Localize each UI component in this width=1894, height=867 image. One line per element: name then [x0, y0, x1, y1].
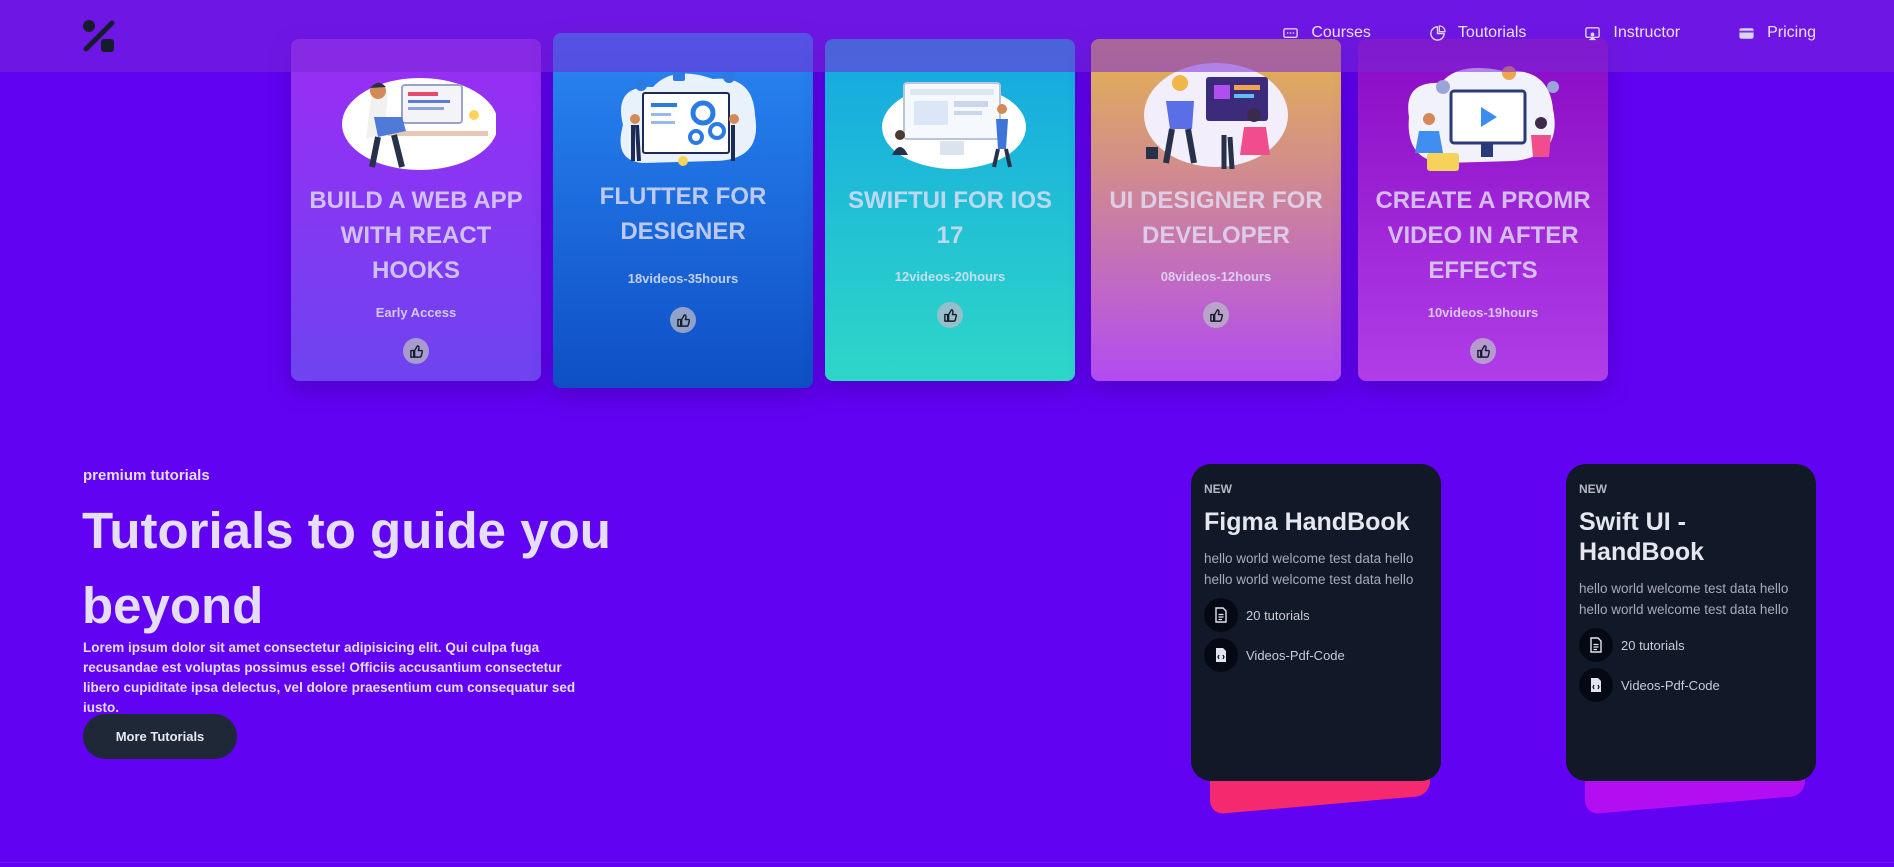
course-title: FLUTTER FOR DESIGNER: [599, 183, 767, 245]
nav-item-label: Pricing: [1767, 24, 1816, 41]
formats-label: Videos-Pdf-Code: [1246, 647, 1345, 663]
web-teamwork-illustration: [882, 82, 1026, 169]
book-title: Swift UI - HandBook: [1579, 508, 1704, 566]
formats-row: Videos-Pdf-Code: [1579, 668, 1803, 702]
formats-row: Videos-Pdf-Code: [1204, 638, 1428, 672]
file-code-icon: [1204, 638, 1238, 672]
new-badge: NEW: [1204, 482, 1232, 496]
course-meta: 08videos-12hours: [1160, 269, 1272, 284]
new-badge: NEW: [1579, 482, 1607, 496]
formats-label: Videos-Pdf-Code: [1621, 677, 1720, 693]
like-button[interactable]: [1203, 302, 1229, 328]
book-title: Figma HandBook: [1204, 508, 1410, 536]
course-title: BUILD A WEB APP WITH REACT HOOKS: [309, 187, 523, 284]
course-card-after-effects[interactable]: CREATE A PROMR VIDEO IN AFTER EFFECTS 10…: [1358, 39, 1608, 381]
course-card-react[interactable]: BUILD A WEB APP WITH REACT HOOKS Early A…: [291, 39, 541, 381]
course-card-flutter[interactable]: FLUTTER FOR DESIGNER 18videos-35hours: [553, 33, 813, 388]
book-description: hello world welcome test data hello hell…: [1579, 581, 1789, 617]
document-icon: [1579, 628, 1613, 662]
video-learning-illustration: [1408, 66, 1559, 171]
engineering-illustration: [620, 71, 757, 166]
course-meta: 18videos-35hours: [627, 271, 739, 286]
nav-item-label: Toutorials: [1457, 24, 1527, 41]
course-card-ui-designer[interactable]: UI DESIGNER FOR DEVELOPER 08videos-12hou…: [1091, 39, 1341, 381]
designers-illustration: [1144, 63, 1288, 170]
document-icon: [1204, 598, 1238, 632]
file-code-icon: [1579, 668, 1613, 702]
tutorial-count: 20 tutorials: [1621, 637, 1685, 653]
thumbs-up-icon: [943, 308, 957, 322]
nav-item-label: Courses: [1311, 24, 1371, 41]
chalkboard-user-icon: [1585, 26, 1601, 40]
tutorial-count-row: 20 tutorials: [1204, 598, 1428, 632]
thumbs-up-icon: [409, 344, 423, 358]
book-description: hello world welcome test data hello hell…: [1204, 551, 1414, 587]
course-title: UI DESIGNER FOR DEVELOPER: [1109, 187, 1323, 249]
more-tutorials-button[interactable]: More Tutorials: [83, 714, 237, 759]
like-button[interactable]: [670, 307, 696, 333]
thumbs-up-icon: [1209, 308, 1223, 322]
credit-card-icon: [1739, 27, 1754, 39]
nav-item-courses[interactable]: Courses: [1282, 24, 1371, 42]
nav-item-label: Instructor: [1613, 24, 1681, 41]
section-divider: [0, 862, 1894, 863]
course-title: SWIFTUI FOR IOS 17: [848, 187, 1052, 249]
nav-item-toutorials[interactable]: Toutorials: [1429, 24, 1526, 42]
course-card-swiftui[interactable]: SWIFTUI FOR IOS 17 12videos-20hours: [825, 39, 1075, 381]
course-meta: 12videos-20hours: [894, 269, 1006, 284]
tutorial-count-row: 20 tutorials: [1579, 628, 1803, 662]
pie-chart-icon: [1430, 24, 1446, 41]
nav-item-pricing[interactable]: Pricing: [1738, 24, 1816, 42]
section-title: Tutorials to guide you beyond: [82, 502, 611, 634]
monitor-icon: [1283, 27, 1299, 38]
logo-icon[interactable]: [82, 19, 116, 53]
nav-item-instructor[interactable]: Instructor: [1584, 24, 1680, 42]
book-card-swiftui[interactable]: NEW Swift UI - HandBook hello world welc…: [1566, 464, 1816, 781]
developer-illustration: [342, 78, 496, 170]
top-navbar: Courses Toutorials Instructor Pricing: [0, 0, 1894, 72]
like-button[interactable]: [1470, 338, 1496, 364]
tutorial-count: 20 tutorials: [1246, 607, 1310, 623]
course-meta: 10videos-19hours: [1427, 305, 1539, 320]
book-card-figma[interactable]: NEW Figma HandBook hello world welcome t…: [1191, 464, 1441, 781]
thumbs-up-icon: [676, 313, 690, 327]
like-button[interactable]: [937, 302, 963, 328]
thumbs-up-icon: [1476, 344, 1490, 358]
section-description: Lorem ipsum dolor sit amet consectetur a…: [83, 640, 576, 715]
course-title: CREATE A PROMR VIDEO IN AFTER EFFECTS: [1375, 187, 1591, 284]
like-button[interactable]: [403, 338, 429, 364]
section-eyebrow: premium tutorials: [83, 467, 210, 484]
course-meta: Early Access: [375, 305, 457, 320]
